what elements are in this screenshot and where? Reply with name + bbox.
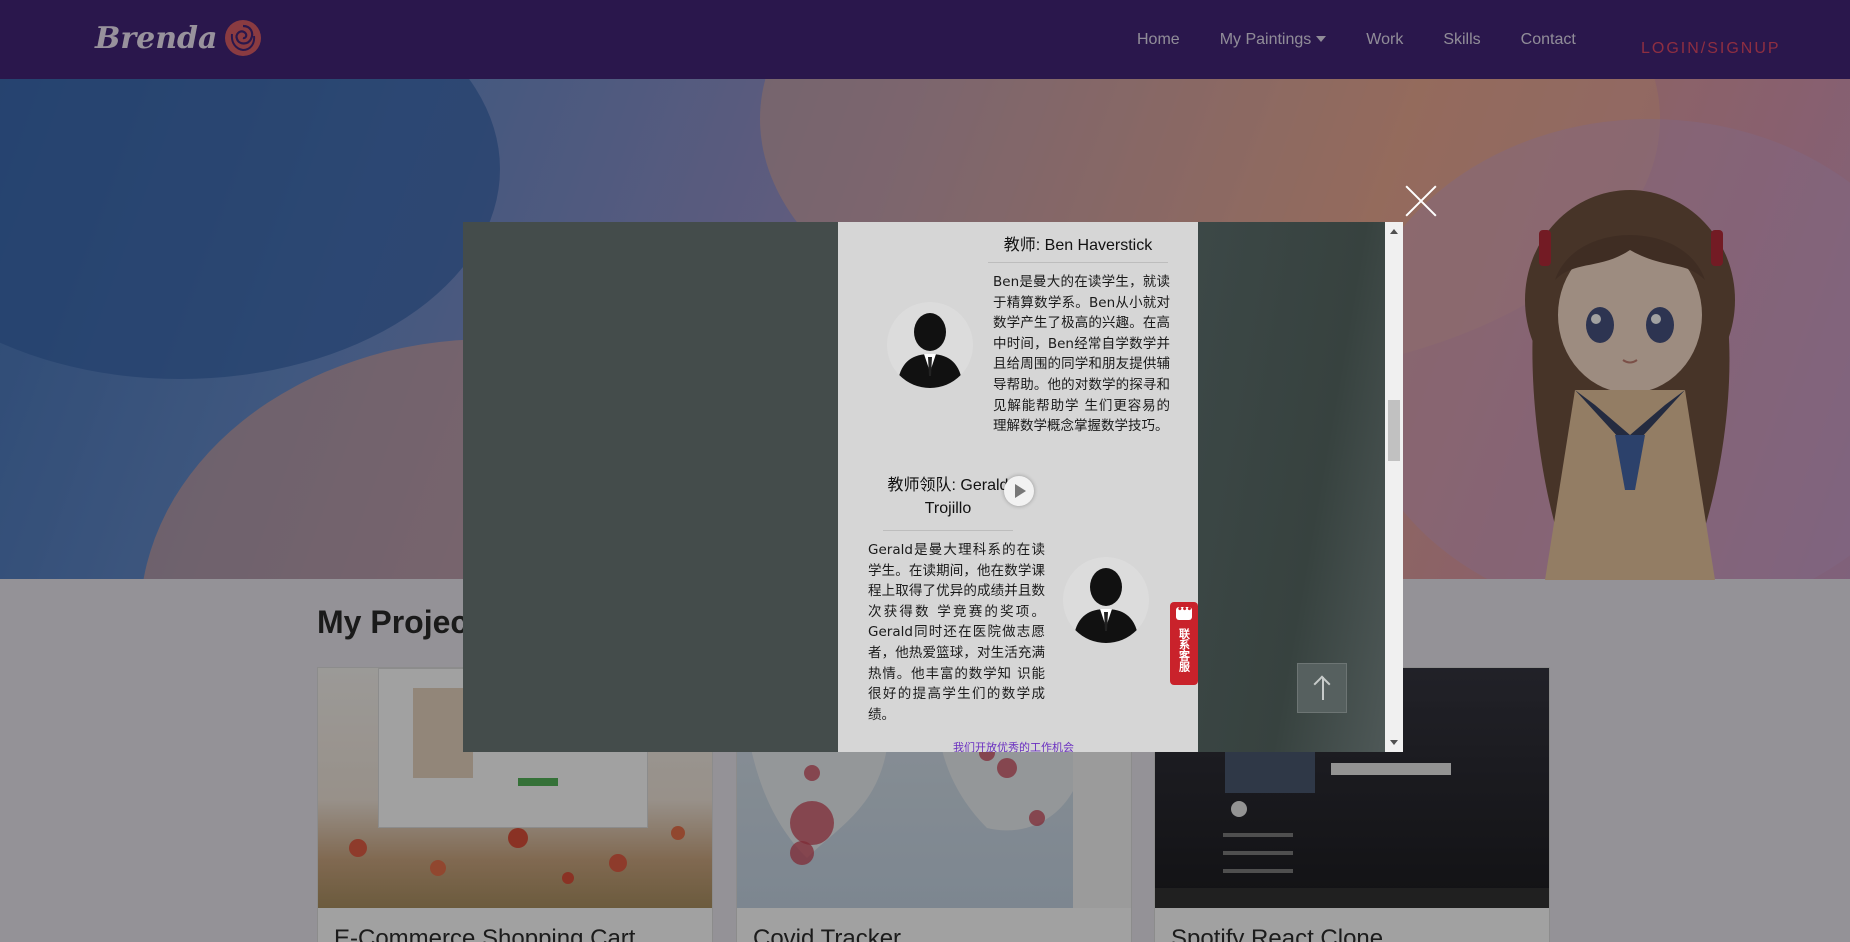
teacher-lead-bio: Gerald是曼大理科系的在读学生。在读期间，他在数学课程上取得了优异的成绩并且… (868, 542, 1045, 723)
scroll-up-arrow-icon[interactable] (1390, 229, 1398, 234)
divider (988, 262, 1168, 263)
person-silhouette-icon (897, 313, 963, 388)
person-silhouette-icon (1073, 568, 1139, 643)
modal-side-panel (1198, 222, 1385, 752)
teacher-name: 教师: Ben Haverstick (1003, 237, 1153, 254)
teacher-bio: Ben是曼大的在读学生，就读于精算数学系。Ben从小就对数学产生了极高的兴趣。在… (993, 274, 1170, 435)
close-icon[interactable] (1404, 184, 1438, 218)
teacher-lead-name-line2: Trojillo (924, 500, 972, 517)
teacher-lead-name-line1: 教师领队: Gerald (887, 477, 1009, 494)
teacher-avatar (887, 302, 973, 388)
teacher-lead-avatar (1063, 557, 1149, 643)
scroll-down-arrow-icon[interactable] (1390, 740, 1398, 745)
back-to-top-button[interactable] (1297, 663, 1347, 713)
customer-service-button[interactable]: 联系客服 (1170, 602, 1198, 685)
jobs-link[interactable]: 我们开放优秀的工作机会 (953, 739, 1074, 752)
divider (883, 530, 1013, 531)
chat-bubble-icon (1176, 604, 1192, 620)
play-button-icon[interactable] (1004, 476, 1034, 506)
lightbox-modal: 教师: Ben Haverstick Ben是曼大的在读学生，就读于精算数学系。… (463, 222, 1403, 752)
teacher-lead-name: 教师领队: Gerald Trojillo (878, 474, 1018, 520)
scrollbar-thumb[interactable] (1388, 400, 1400, 461)
modal-scrollbar[interactable] (1385, 222, 1403, 752)
teachers-page-content: 教师: Ben Haverstick Ben是曼大的在读学生，就读于精算数学系。… (838, 222, 1198, 752)
customer-service-label: 联系客服 (1177, 628, 1191, 672)
